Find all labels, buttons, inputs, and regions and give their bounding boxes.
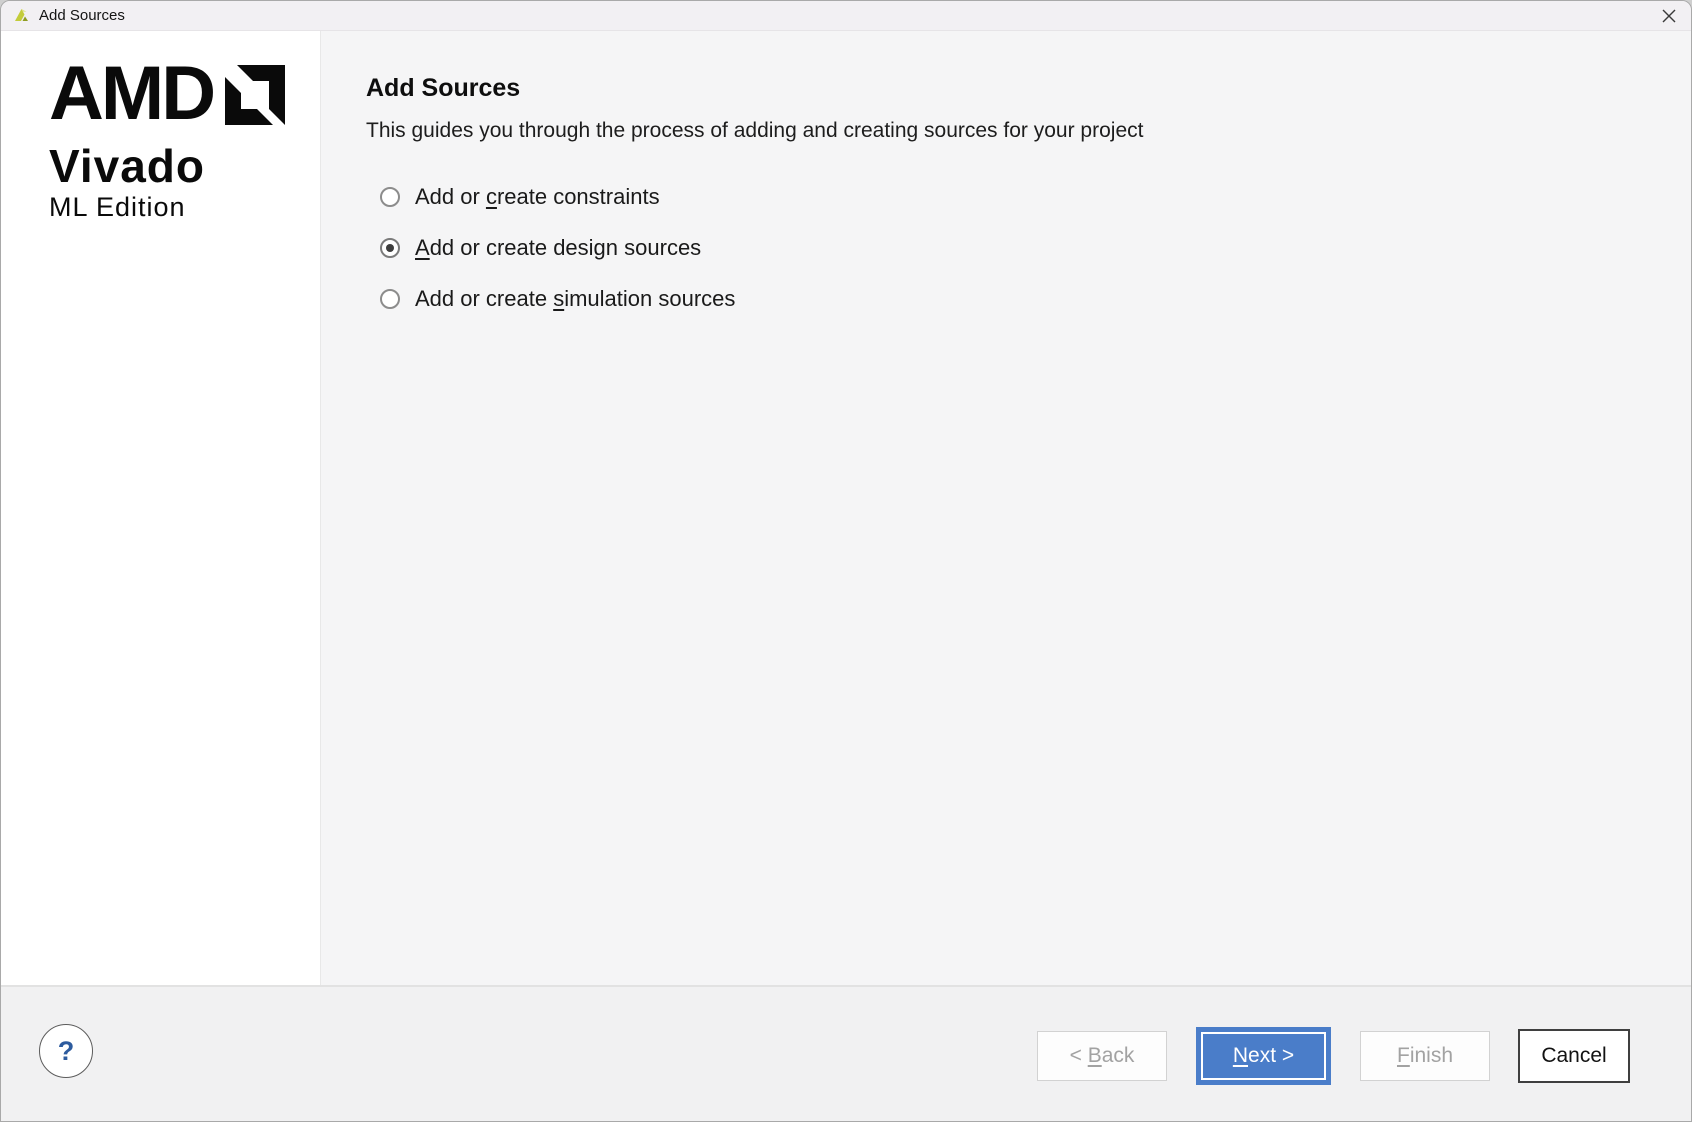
cancel-button[interactable]: Cancel: [1518, 1029, 1630, 1083]
radio-label-constraints: Add or create constraints: [415, 184, 660, 210]
vivado-app-icon: [13, 7, 30, 24]
close-button[interactable]: [1655, 4, 1683, 28]
radio-circle-simulation-sources[interactable]: [380, 289, 400, 309]
brand-sidebar: AMD Vivado ML Edition: [1, 31, 321, 985]
add-sources-dialog: Add Sources AMD Vivado ML Edition: [0, 0, 1692, 1122]
page-title: Add Sources: [366, 73, 1651, 103]
radio-option-constraints[interactable]: Add or create constraints: [380, 185, 1651, 209]
page-description: This guides you through the process of a…: [366, 117, 1651, 144]
help-button[interactable]: ?: [39, 1024, 93, 1078]
amd-logo-text: AMD: [49, 63, 213, 125]
footer-bar: ? < Back Next > Finish Cancel: [1, 985, 1692, 1121]
window-title: Add Sources: [39, 7, 125, 24]
brand-block: AMD Vivado ML Edition: [49, 63, 320, 223]
titlebar: Add Sources: [1, 1, 1691, 31]
radio-circle-design-sources[interactable]: [380, 238, 400, 258]
amd-arrow-icon: [225, 65, 285, 125]
ml-edition-label: ML Edition: [49, 192, 320, 223]
finish-button[interactable]: Finish: [1360, 1031, 1490, 1081]
radio-option-simulation-sources[interactable]: Add or create simulation sources: [380, 287, 1651, 311]
radio-label-design-sources: Add or create design sources: [415, 235, 701, 261]
close-icon: [1662, 9, 1676, 23]
radio-label-simulation-sources: Add or create simulation sources: [415, 286, 735, 312]
source-type-options: Add or create constraints Add or create …: [380, 185, 1651, 311]
back-button[interactable]: < Back: [1037, 1031, 1167, 1081]
radio-circle-constraints[interactable]: [380, 187, 400, 207]
next-button[interactable]: Next >: [1196, 1027, 1331, 1085]
radio-option-design-sources[interactable]: Add or create design sources: [380, 236, 1651, 260]
question-mark-icon: ?: [58, 1036, 75, 1067]
vivado-wordmark: Vivado: [49, 143, 320, 189]
wizard-content: Add Sources This guides you through the …: [322, 31, 1691, 985]
